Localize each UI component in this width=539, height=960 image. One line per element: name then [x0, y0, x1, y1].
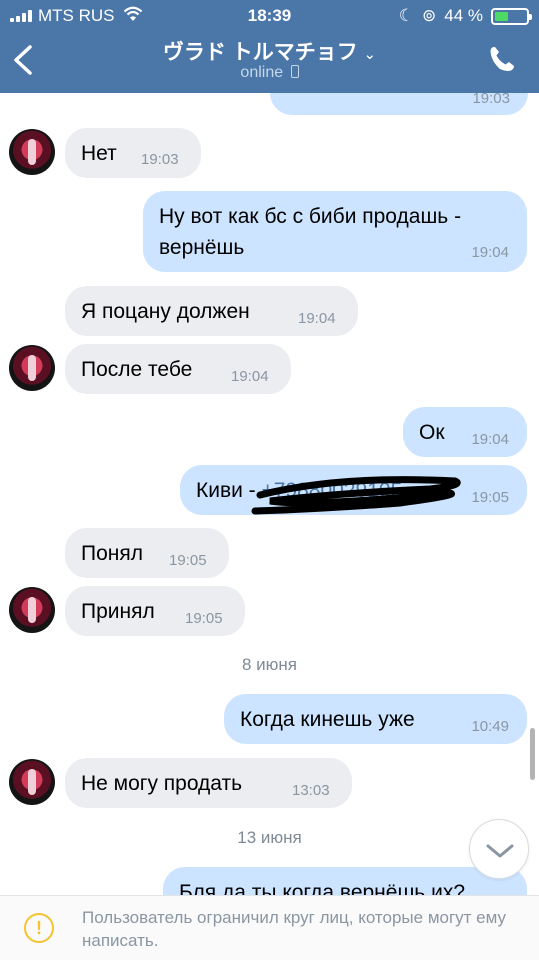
chevron-down-icon [486, 844, 514, 858]
date-separator: 8 июня [241, 655, 298, 674]
message-text: Ну вот как бс с биби продашь - вернёшь [159, 205, 462, 259]
scrollbar[interactable] [530, 728, 535, 780]
top-bar: MTS RUS 18:39 ☾ ⊚ 44 % ヴラド トルマチョフ ⌄ onli… [0, 0, 539, 93]
message-bubble[interactable]: После тебе 19:04 [65, 344, 291, 394]
message-text: Понял [81, 542, 143, 565]
message-time: 19:05 [185, 610, 223, 627]
message-bubble[interactable]: Нет 19:03 [65, 128, 201, 178]
message-time: 19:04 [471, 244, 509, 261]
message-time: 19:03 [472, 93, 510, 107]
battery-percent: 44 % [444, 6, 483, 25]
message-bubble[interactable]: Когда кинешь уже 10:49 [224, 694, 527, 744]
message-text: Нет [81, 142, 117, 165]
message-text: Бля да ты когда вернёшь их? [179, 881, 465, 895]
message-time: 19:04 [231, 368, 269, 385]
message-text: Не могу продать [81, 772, 243, 795]
message-text: Когда кинешь уже [240, 708, 415, 731]
avatar[interactable] [9, 129, 55, 175]
online-status-text: online [240, 64, 284, 81]
message-text: Принял [81, 600, 155, 623]
message-bubble[interactable]: Понял 19:05 [65, 528, 229, 578]
rotation-lock-icon: ⊚ [422, 6, 437, 25]
status-right: ☾ ⊚ 44 % [398, 6, 532, 26]
message-text: После тебе [81, 358, 193, 381]
restriction-notice: Пользователь ограничил круг лиц, которые… [82, 908, 507, 950]
moon-icon: ☾ [398, 6, 414, 25]
message-text: Я поцану должен [81, 300, 250, 323]
avatar[interactable] [9, 587, 55, 633]
message-time: 19:03 [141, 151, 179, 168]
message-time: 19:05 [471, 489, 509, 506]
status-bar: MTS RUS 18:39 ☾ ⊚ 44 % [0, 0, 539, 32]
battery-icon [491, 7, 532, 25]
chat-title[interactable]: ヴラド トルマチョフ ⌄ [0, 36, 539, 66]
message-bubble[interactable]: Ну вот как бс с биби продашь - вернёшь 1… [143, 191, 527, 272]
message-time: 19:04 [471, 431, 509, 448]
message-bubble[interactable]: Не могу продать 13:03 [65, 758, 352, 808]
message-time: 10:49 [471, 718, 509, 735]
message-list[interactable]: 19:03 Нет 19:03 Ну вот как бс с биби про… [0, 93, 539, 895]
avatar[interactable] [9, 759, 55, 805]
chevron-down-icon[interactable]: ⌄ [364, 46, 377, 63]
message-time: 19:05 [169, 552, 207, 569]
mobile-icon [290, 65, 299, 78]
message-bubble[interactable]: Ок 19:04 [403, 407, 527, 457]
contact-name[interactable]: ヴラド トルマチョフ [163, 41, 358, 64]
restricted-footer: ! Пользователь ограничил круг лиц, котор… [0, 895, 539, 960]
call-button[interactable] [487, 44, 517, 74]
date-separator: 13 июня [237, 828, 302, 847]
message-text: Ок [419, 421, 445, 444]
phone-icon [490, 47, 514, 71]
redaction-scribble [251, 476, 461, 515]
scroll-to-bottom-button[interactable] [469, 819, 529, 879]
warning-icon: ! [24, 913, 54, 943]
online-status: online [0, 64, 539, 82]
avatar[interactable] [9, 345, 55, 391]
message-bubble[interactable]: 19:03 [270, 93, 528, 115]
message-time: 19:04 [298, 310, 336, 327]
message-time: 13:03 [292, 782, 330, 799]
message-bubble[interactable]: Я поцану должен 19:04 [65, 286, 358, 336]
message-bubble[interactable]: Принял 19:05 [65, 586, 245, 636]
